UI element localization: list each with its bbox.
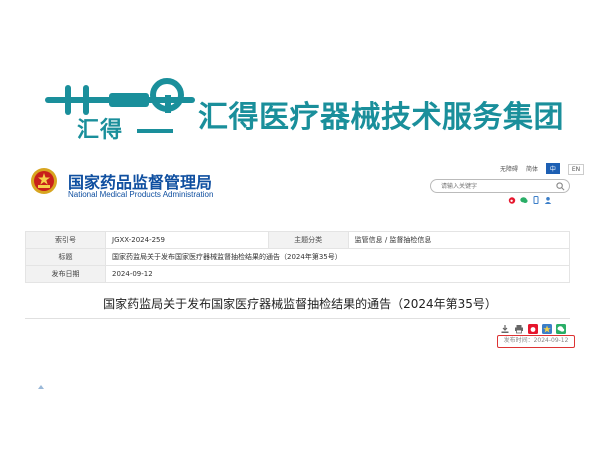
- table-row: 索引号 JGXX-2024-259 主题分类 监管信息 / 监督抽检信息: [25, 231, 571, 249]
- table-row: 标题 国家药监局关于发布国家医疗器械监督抽检结果的通告（2024年第35号）: [25, 248, 570, 266]
- search-input[interactable]: [441, 182, 551, 191]
- weibo-icon[interactable]: [508, 196, 516, 204]
- qzone-share-icon[interactable]: [542, 319, 552, 334]
- title-value: 国家药监局关于发布国家医疗器械监督抽检结果的通告（2024年第35号）: [105, 248, 570, 266]
- category-value: 监管信息 / 监督抽检信息: [347, 231, 571, 249]
- divider: [25, 318, 570, 319]
- site-header: 国家药品监督管理局 National Medical Products Admi…: [20, 155, 585, 215]
- wechat-icon[interactable]: [520, 196, 528, 204]
- title-label: 标题: [25, 248, 106, 266]
- info-table: 索引号 JGXX-2024-259 主题分类 监管信息 / 监督抽检信息 标题 …: [25, 231, 571, 283]
- document-title: 国家药监局关于发布国家医疗器械监督抽检结果的通告（2024年第35号）: [103, 297, 497, 311]
- brand-banner: 汇得 汇得医疗器械技术服务集团: [0, 0, 600, 150]
- logo-text: 汇得: [77, 118, 124, 143]
- caret-icon: [38, 385, 44, 389]
- lang-zh-button[interactable]: 中: [545, 163, 560, 174]
- index-value: JGXX-2024-259: [105, 231, 269, 249]
- category-label: 主题分类: [267, 231, 349, 249]
- wechat-share-icon[interactable]: [556, 319, 566, 334]
- date-label: 发布日期: [25, 265, 106, 283]
- index-label: 索引号: [25, 231, 106, 249]
- weibo-share-icon[interactable]: [528, 319, 538, 334]
- social-icons: [508, 196, 552, 204]
- simplified-link[interactable]: 简体: [526, 166, 538, 173]
- tool-icons: [500, 319, 566, 334]
- top-links: 无障碍 简体 中 EN: [500, 163, 590, 175]
- table-row: 发布日期 2024-09-12: [25, 265, 570, 283]
- download-icon[interactable]: [500, 319, 510, 333]
- national-emblem-icon[interactable]: [30, 167, 58, 195]
- date-value: 2024-09-12: [105, 265, 570, 283]
- mobile-icon[interactable]: [532, 196, 540, 204]
- print-icon[interactable]: [514, 319, 524, 334]
- search-box: [430, 179, 570, 193]
- company-name: 汇得医疗器械技术服务集团: [198, 100, 564, 135]
- lang-en-button[interactable]: EN: [567, 164, 585, 175]
- user-icon[interactable]: [544, 196, 552, 204]
- site-subtitle: National Medical Products Administration: [68, 190, 214, 199]
- accessibility-link[interactable]: 无障碍: [500, 166, 518, 173]
- publish-date: 发布时间：2024-09-12: [497, 335, 575, 348]
- search-icon[interactable]: [556, 182, 565, 191]
